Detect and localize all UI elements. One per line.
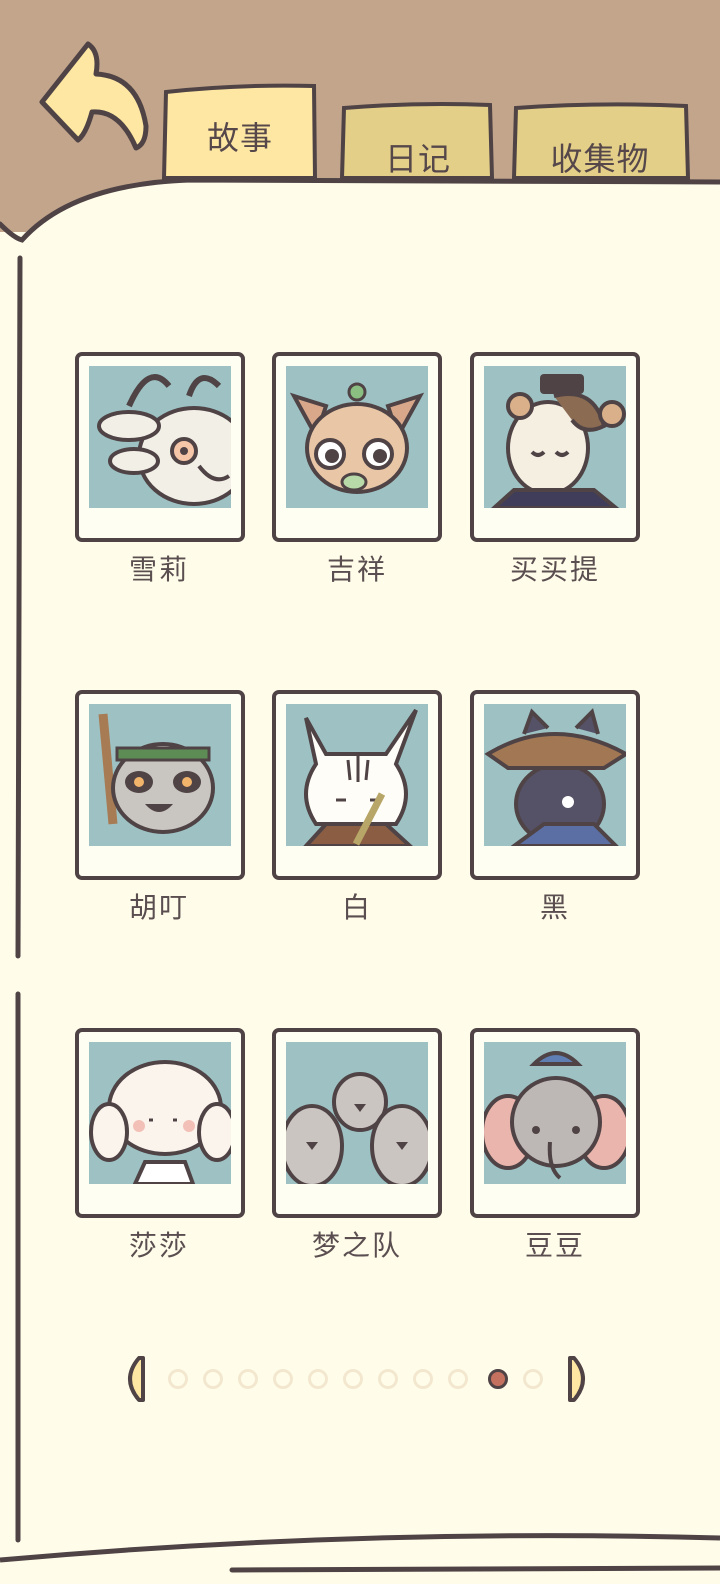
character-name-doudou: 豆豆 bbox=[524, 1229, 585, 1262]
chihuahua-icon bbox=[289, 382, 425, 494]
character-card-xueli[interactable] bbox=[75, 352, 245, 542]
previous-page-icon[interactable] bbox=[117, 1354, 147, 1404]
page-dot-6[interactable] bbox=[343, 1369, 363, 1389]
tab-story[interactable]: 故事 bbox=[190, 122, 290, 154]
character-name-shasha: 莎莎 bbox=[128, 1229, 189, 1262]
tab-diary[interactable]: 日记 bbox=[368, 143, 468, 175]
black-cat-icon bbox=[484, 708, 626, 846]
page-dot-7[interactable] bbox=[378, 1369, 398, 1389]
page-dot-10[interactable] bbox=[488, 1369, 508, 1389]
character-card-huding[interactable] bbox=[75, 690, 245, 880]
character-card-dream-team[interactable] bbox=[272, 1028, 442, 1218]
page-dot-11[interactable] bbox=[523, 1369, 543, 1389]
page-dot-9[interactable] bbox=[448, 1369, 468, 1389]
penguins-icon bbox=[286, 1072, 428, 1184]
character-card-maimaiti[interactable] bbox=[470, 352, 640, 542]
character-name-xueli: 雪莉 bbox=[128, 553, 189, 586]
white-fox-icon bbox=[303, 708, 418, 846]
page-dot-8[interactable] bbox=[413, 1369, 433, 1389]
character-name-dream-team: 梦之队 bbox=[311, 1229, 402, 1262]
character-card-hei[interactable] bbox=[470, 690, 640, 880]
back-arrow-icon[interactable] bbox=[30, 36, 160, 156]
character-name-bai: 白 bbox=[341, 891, 372, 924]
camel-icon bbox=[491, 374, 626, 508]
page-dot-2[interactable] bbox=[203, 1369, 223, 1389]
character-name-jixiang: 吉祥 bbox=[326, 553, 387, 586]
elephant-icon bbox=[484, 1051, 626, 1180]
page-dot-3[interactable] bbox=[238, 1369, 258, 1389]
next-page-icon[interactable] bbox=[566, 1354, 596, 1404]
character-name-huding: 胡叮 bbox=[128, 891, 189, 924]
page-dot-5[interactable] bbox=[308, 1369, 328, 1389]
page-dot-1[interactable] bbox=[168, 1369, 188, 1389]
character-card-doudou[interactable] bbox=[470, 1028, 640, 1218]
character-name-maimaiti: 买买提 bbox=[509, 553, 600, 586]
page-dot-4[interactable] bbox=[273, 1369, 293, 1389]
raccoon-icon bbox=[98, 713, 215, 834]
character-card-shasha[interactable] bbox=[75, 1028, 245, 1218]
character-card-bai[interactable] bbox=[272, 690, 442, 880]
character-card-jixiang[interactable] bbox=[272, 352, 442, 542]
sheep-icon bbox=[89, 1060, 231, 1184]
character-name-hei: 黑 bbox=[539, 891, 570, 924]
rabbit-icon bbox=[97, 374, 231, 506]
tab-collection[interactable]: 收集物 bbox=[530, 143, 670, 175]
